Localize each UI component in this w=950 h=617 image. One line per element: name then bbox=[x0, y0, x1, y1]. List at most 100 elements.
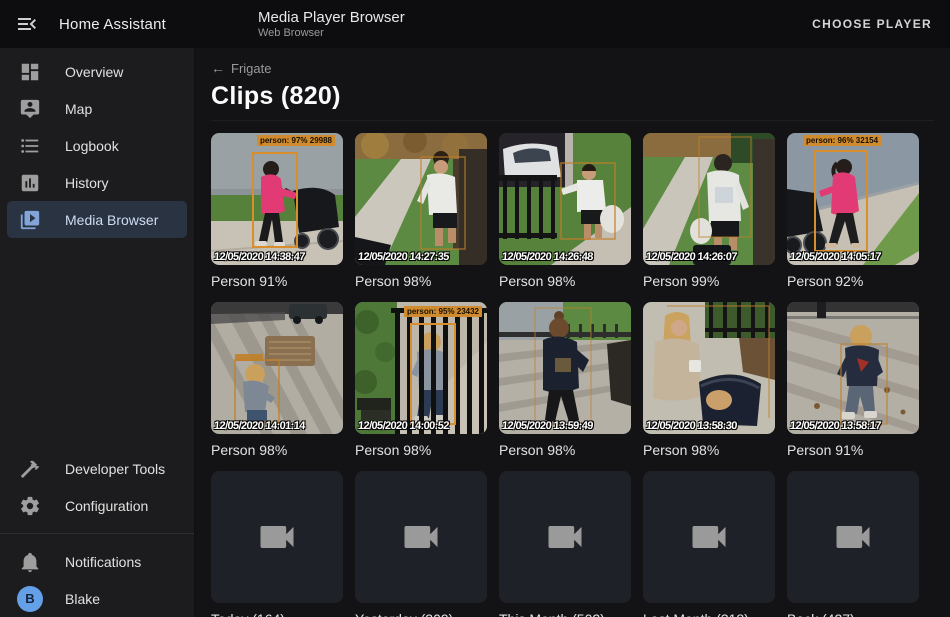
folder-tile-yesterday[interactable]: Yesterday (209) bbox=[355, 471, 487, 617]
chart-box-icon bbox=[19, 172, 41, 194]
detection-label: person: 95% 23432 bbox=[404, 306, 482, 317]
clip-thumbnail: 12/05/2020 14:27:35 bbox=[355, 133, 487, 265]
back-arrow-icon: ← bbox=[211, 60, 225, 76]
clip-scene-image bbox=[211, 133, 343, 265]
clip-tile[interactable]: 12/05/2020 14:26:07 Person 99% bbox=[643, 133, 775, 289]
clip-caption: Person 98% bbox=[355, 442, 487, 458]
folder-label: This Month (502) bbox=[499, 611, 631, 617]
back-breadcrumb[interactable]: ← Frigate bbox=[211, 60, 271, 76]
sidebar-item-label: Developer Tools bbox=[65, 461, 165, 477]
clip-timestamp-overlay: 12/05/2020 14:26:48 bbox=[502, 251, 594, 263]
sidebar-item-label: Notifications bbox=[65, 554, 141, 570]
sidebar-divider bbox=[0, 533, 194, 534]
sidebar-item-configuration[interactable]: Configuration bbox=[7, 487, 187, 524]
folder-tile-back[interactable]: Back (427) bbox=[787, 471, 919, 617]
clip-scene-image bbox=[355, 302, 487, 434]
folder-thumbnail bbox=[787, 471, 919, 603]
topbar-left: Home Assistant bbox=[0, 12, 195, 36]
clip-thumbnail: 12/05/2020 13:58:30 bbox=[643, 302, 775, 434]
clip-tile[interactable]: 12/05/2020 13:59:49 Person 98% bbox=[499, 302, 631, 458]
sidebar-item-overview[interactable]: Overview bbox=[7, 53, 187, 90]
video-camera-icon bbox=[399, 515, 443, 559]
clip-tile[interactable]: 12/05/2020 14:27:35 Person 98% bbox=[355, 133, 487, 289]
clip-timestamp-overlay: 12/05/2020 14:01:14 bbox=[214, 420, 306, 432]
folder-tile-last-month[interactable]: Last Month (318) bbox=[643, 471, 775, 617]
sidebar-item-media-browser[interactable]: Media Browser bbox=[7, 201, 187, 238]
clip-timestamp-overlay: 12/05/2020 14:05:17 bbox=[790, 251, 882, 263]
folder-thumbnail bbox=[643, 471, 775, 603]
clip-thumbnail: 12/05/2020 14:01:14 bbox=[211, 302, 343, 434]
hammer-icon bbox=[19, 458, 41, 480]
video-camera-icon bbox=[831, 515, 875, 559]
clip-tile[interactable]: person: 97% 29988 12/05/2020 14:38:47 Pe… bbox=[211, 133, 343, 289]
sidebar-item-label: Logbook bbox=[65, 138, 119, 154]
folder-label: Yesterday (209) bbox=[355, 611, 487, 617]
video-camera-icon bbox=[687, 515, 731, 559]
folder-label: Last Month (318) bbox=[643, 611, 775, 617]
clip-tile[interactable]: 12/05/2020 14:01:14 Person 98% bbox=[211, 302, 343, 458]
clip-timestamp-overlay: 12/05/2020 13:58:17 bbox=[790, 420, 882, 432]
clip-caption: Person 98% bbox=[211, 442, 343, 458]
clip-thumbnail: 12/05/2020 13:58:17 bbox=[787, 302, 919, 434]
clip-caption: Person 98% bbox=[355, 273, 487, 289]
clip-timestamp-overlay: 12/05/2020 14:26:07 bbox=[646, 251, 738, 263]
clip-caption: Person 98% bbox=[643, 442, 775, 458]
sidebar-spacer bbox=[0, 238, 194, 450]
clip-tile[interactable]: 12/05/2020 13:58:30 Person 98% bbox=[643, 302, 775, 458]
map-account-icon bbox=[19, 98, 41, 120]
page-subtitle: Web Browser bbox=[258, 27, 405, 40]
clip-scene-image bbox=[499, 302, 631, 434]
sidebar-item-history[interactable]: History bbox=[7, 164, 187, 201]
breadcrumb-label: Frigate bbox=[231, 61, 271, 76]
detection-label: person: 96% 32154 bbox=[803, 135, 881, 146]
clip-tile[interactable]: person: 95% 23432 12/05/2020 14:00:52 Pe… bbox=[355, 302, 487, 458]
view-dashboard-icon bbox=[19, 61, 41, 83]
clips-grid: person: 97% 29988 12/05/2020 14:38:47 Pe… bbox=[211, 133, 934, 617]
clip-timestamp-overlay: 12/05/2020 14:38:47 bbox=[214, 251, 306, 263]
top-bar: Home Assistant Media Player Browser Web … bbox=[0, 0, 950, 48]
sidebar-item-label: Media Browser bbox=[65, 212, 158, 228]
app-title: Home Assistant bbox=[59, 16, 166, 33]
bell-icon bbox=[19, 551, 41, 573]
sidebar-toggle-icon[interactable] bbox=[15, 12, 39, 36]
clip-scene-image bbox=[787, 302, 919, 434]
sidebar-item-label: Map bbox=[65, 101, 92, 117]
choose-player-button[interactable]: CHOOSE PLAYER bbox=[812, 17, 932, 31]
sidebar-item-map[interactable]: Map bbox=[7, 90, 187, 127]
folder-label: Back (427) bbox=[787, 611, 919, 617]
clip-scene-image bbox=[499, 133, 631, 265]
sidebar-item-notifications[interactable]: Notifications bbox=[7, 543, 187, 580]
clip-caption: Person 98% bbox=[499, 273, 631, 289]
sidebar-item-label: Overview bbox=[65, 64, 123, 80]
folder-tile-today[interactable]: Today (164) bbox=[211, 471, 343, 617]
folder-thumbnail bbox=[355, 471, 487, 603]
clip-tile[interactable]: person: 96% 32154 12/05/2020 14:05:17 Pe… bbox=[787, 133, 919, 289]
home-assistant-app: Home Assistant Media Player Browser Web … bbox=[0, 0, 950, 617]
clip-timestamp-overlay: 12/05/2020 13:58:30 bbox=[646, 420, 738, 432]
clip-caption: Person 92% bbox=[787, 273, 919, 289]
clip-caption: Person 91% bbox=[211, 273, 343, 289]
folder-tile-this-month[interactable]: This Month (502) bbox=[499, 471, 631, 617]
gear-icon bbox=[19, 495, 41, 517]
avatar: B bbox=[17, 586, 43, 612]
detection-label: person: 97% 29988 bbox=[257, 135, 335, 146]
media-browser-panel: ← Frigate Clips (820) bbox=[195, 48, 950, 617]
clip-scene-image bbox=[643, 302, 775, 434]
clip-scene-image bbox=[787, 133, 919, 265]
sidebar-item-label: Configuration bbox=[65, 498, 148, 514]
folder-thumbnail bbox=[499, 471, 631, 603]
sidebar-item-user-profile[interactable]: B Blake bbox=[7, 580, 187, 617]
page-title-block: Media Player Browser Web Browser bbox=[258, 9, 405, 40]
clip-tile[interactable]: 12/05/2020 13:58:17 Person 91% bbox=[787, 302, 919, 458]
sidebar-item-developer-tools[interactable]: Developer Tools bbox=[7, 450, 187, 487]
clip-scene-image bbox=[211, 302, 343, 434]
folder-label: Today (164) bbox=[211, 611, 343, 617]
play-box-multiple-icon bbox=[19, 209, 41, 231]
clip-thumbnail: person: 95% 23432 12/05/2020 14:00:52 bbox=[355, 302, 487, 434]
video-camera-icon bbox=[543, 515, 587, 559]
clip-thumbnail: 12/05/2020 14:26:48 bbox=[499, 133, 631, 265]
clip-tile[interactable]: 12/05/2020 14:26:48 Person 98% bbox=[499, 133, 631, 289]
clip-timestamp-overlay: 12/05/2020 14:27:35 bbox=[358, 251, 450, 263]
sidebar-item-logbook[interactable]: Logbook bbox=[7, 127, 187, 164]
clip-thumbnail: person: 97% 29988 12/05/2020 14:38:47 bbox=[211, 133, 343, 265]
